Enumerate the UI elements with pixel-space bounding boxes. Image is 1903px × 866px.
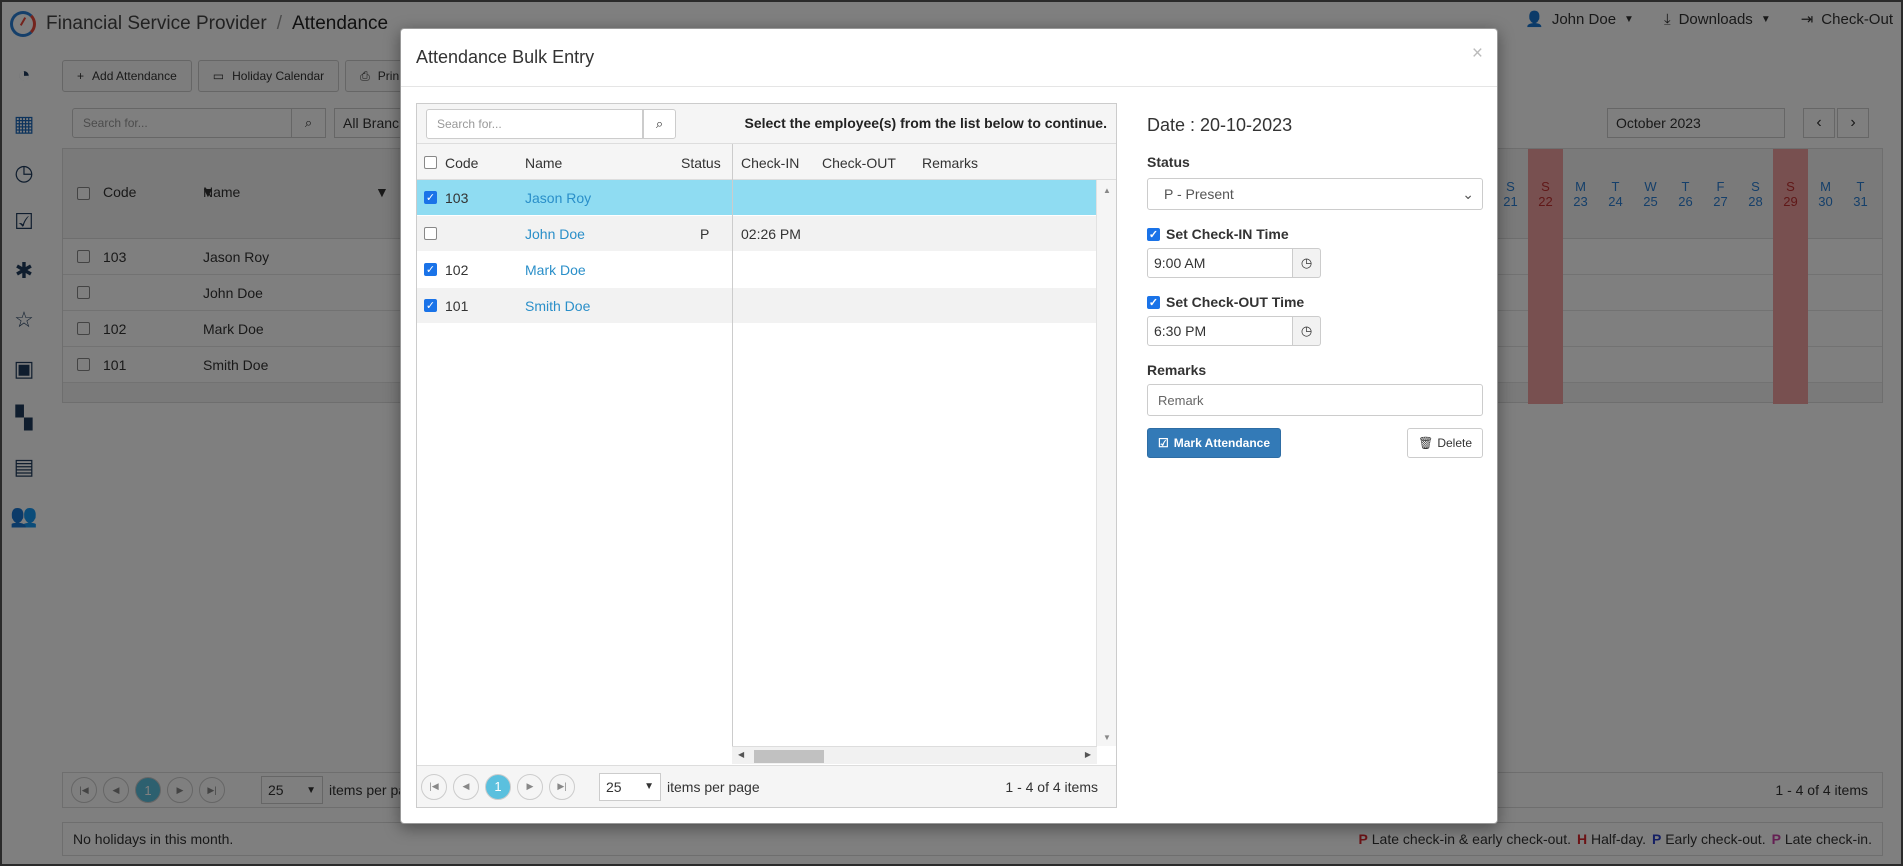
next-page-icon[interactable]: ▶ [517, 773, 543, 800]
scroll-up-icon[interactable]: ▲ [1103, 186, 1111, 195]
clock-icon[interactable]: ◷ [1293, 316, 1321, 346]
checkout-checkbox[interactable]: ✓ [1147, 295, 1160, 309]
checkout-toggle-row: ✓ Set Check-OUT Time [1147, 294, 1483, 310]
employee-list-body: ✓ 103 Jason Roy John Doe P 02:26 PM ✓ 102 Mark D… [417, 180, 1097, 746]
frozen-column-divider [732, 144, 733, 746]
col-name[interactable]: Name [525, 155, 562, 171]
check-square-icon: ☑ [1158, 436, 1169, 450]
list-item[interactable]: ✓ 101 Smith Doe [417, 288, 1097, 324]
status-value: P - Present [1164, 186, 1234, 202]
page-1-button[interactable]: 1 [485, 773, 511, 800]
page-size-value: 25 [606, 778, 622, 795]
employee-code: 103 [445, 190, 469, 206]
employee-name-link[interactable]: John Doe [525, 226, 585, 242]
last-page-icon[interactable]: ▶| [549, 773, 575, 800]
modal-title: Attendance Bulk Entry [416, 47, 595, 67]
checkin-time-input[interactable]: 9:00 AM [1147, 248, 1293, 278]
vertical-scrollbar[interactable]: ▲ ▼ [1096, 180, 1116, 746]
selected-date: Date : 20-10-2023 [1147, 115, 1293, 135]
employee-code: 102 [445, 262, 469, 278]
mark-attendance-button[interactable]: ☑ Mark Attendance [1147, 428, 1282, 458]
modal-header: Attendance Bulk Entry [401, 29, 1497, 87]
col-checkout[interactable]: Check-OUT [822, 155, 896, 171]
checkin-time-picker: 9:00 AM ◷ [1147, 248, 1483, 278]
employee-name-link[interactable]: Mark Doe [525, 262, 586, 278]
employee-list-header: Code Name Status Check-IN Check-OUT Rema… [417, 144, 1116, 180]
col-code[interactable]: Code [445, 155, 478, 171]
delete-label: Delete [1437, 436, 1472, 450]
clock-icon[interactable]: ◷ [1293, 248, 1321, 278]
scroll-thumb[interactable] [754, 750, 824, 763]
employee-checkin: 02:26 PM [741, 226, 801, 242]
remarks-label: Remarks [1147, 362, 1207, 378]
checkin-toggle-row: ✓ Set Check-IN Time [1147, 226, 1483, 242]
employee-list-pager: |◀ ◀ 1 ▶ ▶| 25 ▼ items per page 1 - 4 of … [417, 765, 1116, 807]
checkin-checkbox[interactable]: ✓ [1147, 227, 1160, 241]
employee-checkbox[interactable]: ✓ [424, 263, 437, 276]
scroll-right-icon[interactable]: ▶ [1085, 750, 1091, 759]
checkout-time-input[interactable]: 6:30 PM [1147, 316, 1293, 346]
trash-icon: 🗑 [1418, 436, 1434, 450]
employee-list-panel: Search for... ⌕ Select the employee(s) f… [416, 103, 1117, 808]
list-item[interactable]: John Doe P 02:26 PM [417, 216, 1097, 252]
col-remarks[interactable]: Remarks [922, 155, 978, 171]
item-count: 1 - 4 of 4 items [1005, 779, 1098, 795]
remarks-input[interactable]: Remark [1147, 384, 1483, 416]
status-select[interactable]: P - Present ⌄ [1147, 178, 1483, 210]
page-size-select[interactable]: 25 ▼ [599, 772, 661, 801]
status-label: Status [1147, 154, 1190, 170]
close-icon[interactable]: × [1472, 43, 1483, 65]
items-per-page-label: items per page [667, 778, 760, 795]
employee-name-link[interactable]: Jason Roy [525, 190, 591, 206]
checkin-label: Set Check-IN Time [1166, 226, 1289, 242]
list-item[interactable]: ✓ 103 Jason Roy [417, 180, 1097, 216]
col-status[interactable]: Status [681, 155, 721, 171]
delete-button[interactable]: 🗑 Delete [1407, 428, 1483, 458]
employee-checkbox[interactable]: ✓ [424, 191, 437, 204]
list-item[interactable]: ✓ 102 Mark Doe [417, 252, 1097, 288]
checkout-label: Set Check-OUT Time [1166, 294, 1305, 310]
instruction-text: Select the employee(s) from the list bel… [744, 115, 1107, 131]
chevron-down-icon: ⌄ [1462, 185, 1474, 202]
horizontal-scrollbar[interactable]: ◀ ▶ [732, 746, 1097, 764]
first-page-icon[interactable]: |◀ [421, 773, 447, 800]
employee-search-input[interactable]: Search for... [426, 109, 643, 139]
mark-attendance-label: Mark Attendance [1173, 436, 1271, 450]
checkout-time-picker: 6:30 PM ◷ [1147, 316, 1483, 346]
search-icon[interactable]: ⌕ [643, 109, 676, 139]
attendance-form: Date : 20-10-2023 Status P - Present ⌄ ✓ … [1147, 103, 1483, 458]
col-checkin[interactable]: Check-IN [741, 155, 799, 171]
caret-down-icon: ▼ [644, 781, 654, 792]
employee-checkbox[interactable] [424, 227, 437, 240]
scroll-down-icon[interactable]: ▼ [1103, 733, 1111, 742]
employee-list-toolbar: Search for... ⌕ Select the employee(s) f… [417, 104, 1116, 144]
scroll-left-icon[interactable]: ◀ [738, 750, 744, 759]
employee-code: 101 [445, 298, 469, 314]
employee-name-link[interactable]: Smith Doe [525, 298, 590, 314]
employee-checkbox[interactable]: ✓ [424, 299, 437, 312]
prev-page-icon[interactable]: ◀ [453, 773, 479, 800]
select-all-employees-checkbox[interactable] [424, 156, 437, 169]
employee-status: P [700, 226, 710, 242]
form-actions: ☑ Mark Attendance 🗑 Delete [1147, 428, 1483, 458]
bulk-entry-modal: Attendance Bulk Entry × Search for... ⌕ … [400, 28, 1498, 824]
